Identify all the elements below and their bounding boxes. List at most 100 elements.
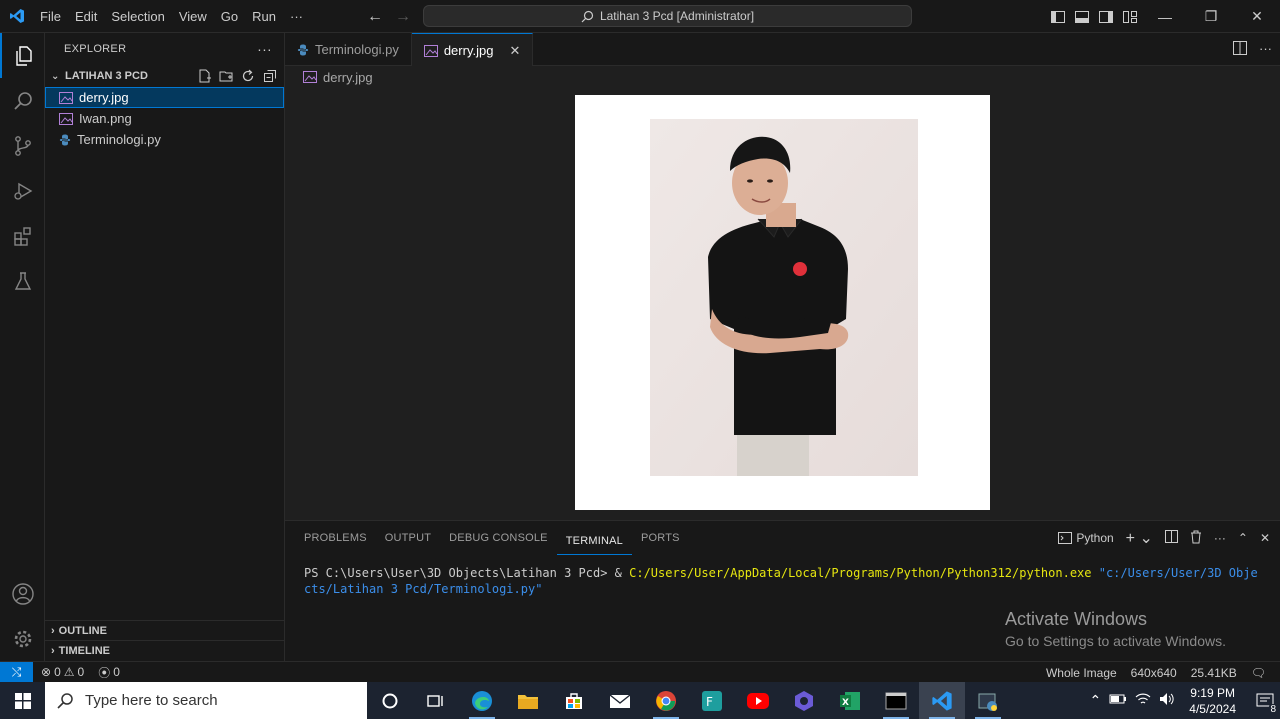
tab-derry-jpg[interactable]: derry.jpg ✕	[411, 33, 534, 67]
timeline-section[interactable]: › TIMELINE	[45, 640, 284, 661]
close-panel-icon[interactable]: ✕	[1260, 531, 1270, 545]
chrome-icon[interactable]	[643, 682, 689, 719]
search-placeholder: Type here to search	[85, 692, 218, 709]
outline-section[interactable]: › OUTLINE	[45, 620, 284, 641]
problems-status[interactable]: ⊗ 0 ⚠ 0	[41, 665, 84, 679]
image-preview-area	[285, 88, 1280, 520]
editor-more-icon[interactable]: ···	[1259, 41, 1272, 58]
taskbar-search[interactable]: Type here to search	[45, 682, 367, 719]
mail-icon[interactable]	[597, 682, 643, 719]
folder-header[interactable]: ⌄ LATIHAN 3 PCD	[45, 65, 284, 87]
chevron-right-icon: ›	[51, 645, 55, 657]
menu-more[interactable]: ···	[283, 0, 310, 33]
python-taskbar-icon[interactable]	[965, 682, 1011, 719]
search-icon	[57, 692, 73, 709]
vscode-taskbar-icon[interactable]	[919, 682, 965, 719]
forward-arrow-icon[interactable]: →	[394, 8, 412, 26]
restore-button[interactable]: ❐	[1188, 0, 1234, 33]
terminal-profile-button[interactable]: Python	[1058, 531, 1114, 545]
task-view-icon[interactable]	[413, 682, 459, 719]
testing-flask-icon[interactable]	[0, 258, 45, 303]
menu-file[interactable]: File	[33, 0, 68, 33]
portrait-photo	[650, 119, 918, 476]
youtube-icon[interactable]	[735, 682, 781, 719]
split-editor-icon[interactable]	[1233, 41, 1247, 58]
chevron-up-icon[interactable]: ⌃	[1090, 692, 1102, 709]
tab-output[interactable]: OUTPUT	[376, 521, 440, 555]
formula-app-icon[interactable]: F	[689, 682, 735, 719]
toggle-panel-icon[interactable]	[1070, 0, 1094, 33]
tab-debug-console[interactable]: DEBUG CONSOLE	[440, 521, 557, 555]
panel-more-icon[interactable]: ···	[1214, 531, 1226, 545]
file-explorer-icon[interactable]	[505, 682, 551, 719]
activity-bar	[0, 33, 45, 661]
minimize-button[interactable]: —	[1142, 0, 1188, 33]
explorer-more-button[interactable]: ···	[257, 41, 272, 57]
new-file-icon[interactable]	[196, 68, 212, 84]
menu-bar: File Edit Selection View Go Run ···	[33, 0, 310, 33]
zoom-mode[interactable]: Whole Image	[1046, 666, 1117, 680]
file-item-derry-jpg[interactable]: derry.jpg	[45, 87, 284, 108]
tab-terminologi-py[interactable]: Terminologi.py	[285, 33, 412, 66]
tab-terminal[interactable]: TERMINAL	[556, 527, 632, 555]
split-terminal-icon[interactable]	[1164, 530, 1178, 546]
status-bar: ⤭ ⊗ 0 ⚠ 0 ⦿ 0 Whole Image 640x640 25.41K…	[0, 661, 1280, 683]
tab-label: derry.jpg	[443, 43, 494, 58]
terminal-output[interactable]: PS C:\Users\User\3D Objects\Latihan 3 Pc…	[304, 565, 1264, 597]
ports-status[interactable]: ⦿ 0	[98, 664, 120, 681]
edge-icon[interactable]	[459, 682, 505, 719]
copilot-icon[interactable]	[781, 682, 827, 719]
terminal-profile-label: Python	[1076, 531, 1114, 545]
command-center[interactable]: Latihan 3 Pcd [Administrator]	[423, 5, 912, 27]
explorer-icon[interactable]	[0, 33, 45, 78]
menu-go[interactable]: Go	[214, 0, 245, 33]
python-icon	[297, 44, 309, 55]
microsoft-store-icon[interactable]	[551, 682, 597, 719]
action-center-icon[interactable]: 8	[1250, 693, 1280, 715]
file-item-iwan-png[interactable]: Iwan.png	[45, 108, 284, 129]
notifications-bell-icon[interactable]: 🗨	[1251, 666, 1266, 680]
maximize-panel-icon[interactable]: ⌃	[1238, 531, 1248, 545]
file-item-terminologi-py[interactable]: Terminologi.py	[45, 129, 284, 150]
title-bar: File Edit Selection View Go Run ··· ← → …	[0, 0, 1280, 33]
collapse-all-icon[interactable]	[262, 68, 278, 84]
clock-time: 9:19 PM	[1190, 685, 1235, 700]
wifi-icon[interactable]	[1135, 692, 1151, 709]
windows-start-icon[interactable]	[0, 682, 45, 719]
clock-date: 4/5/2024	[1189, 701, 1236, 716]
menu-view[interactable]: View	[172, 0, 214, 33]
remote-icon[interactable]: ⤭	[0, 661, 33, 683]
customize-layout-icon[interactable]	[1118, 0, 1142, 33]
battery-icon[interactable]	[1109, 693, 1127, 708]
breadcrumb-label[interactable]: derry.jpg	[323, 70, 373, 85]
toggle-secondary-sidebar-icon[interactable]	[1094, 0, 1118, 33]
settings-gear-icon[interactable]	[0, 616, 45, 661]
menu-selection[interactable]: Selection	[104, 0, 171, 33]
extensions-icon[interactable]	[0, 213, 45, 258]
refresh-icon[interactable]	[240, 68, 256, 84]
excel-icon[interactable]: X	[827, 682, 873, 719]
trash-icon[interactable]	[1190, 530, 1202, 547]
search-view-icon[interactable]	[0, 78, 45, 123]
image-preview[interactable]	[575, 95, 990, 510]
close-window-button[interactable]: ✕	[1234, 0, 1280, 33]
menu-run[interactable]: Run	[245, 0, 283, 33]
menu-edit[interactable]: Edit	[68, 0, 104, 33]
volume-icon[interactable]	[1159, 692, 1175, 709]
source-control-icon[interactable]	[0, 123, 45, 168]
run-debug-icon[interactable]	[0, 168, 45, 213]
tab-ports[interactable]: PORTS	[632, 521, 689, 555]
new-terminal-icon[interactable]: + ⌄	[1126, 528, 1153, 548]
tab-problems[interactable]: PROBLEMS	[295, 521, 376, 555]
back-arrow-icon[interactable]: ←	[366, 8, 384, 26]
chevron-down-icon: ⌄	[51, 70, 60, 82]
image-icon	[303, 71, 317, 83]
new-folder-icon[interactable]	[218, 68, 234, 84]
taskbar-clock[interactable]: 9:19 PM 4/5/2024	[1183, 685, 1242, 717]
close-tab-icon[interactable]: ✕	[509, 43, 520, 59]
accounts-icon[interactable]	[0, 571, 45, 616]
terminal-app-icon[interactable]	[873, 682, 919, 719]
cortana-icon[interactable]	[367, 682, 413, 719]
explorer-sidebar: EXPLORER ··· ⌄ LATIHAN 3 PCD derry.jpg I…	[45, 33, 285, 661]
toggle-sidebar-icon[interactable]	[1046, 0, 1070, 33]
